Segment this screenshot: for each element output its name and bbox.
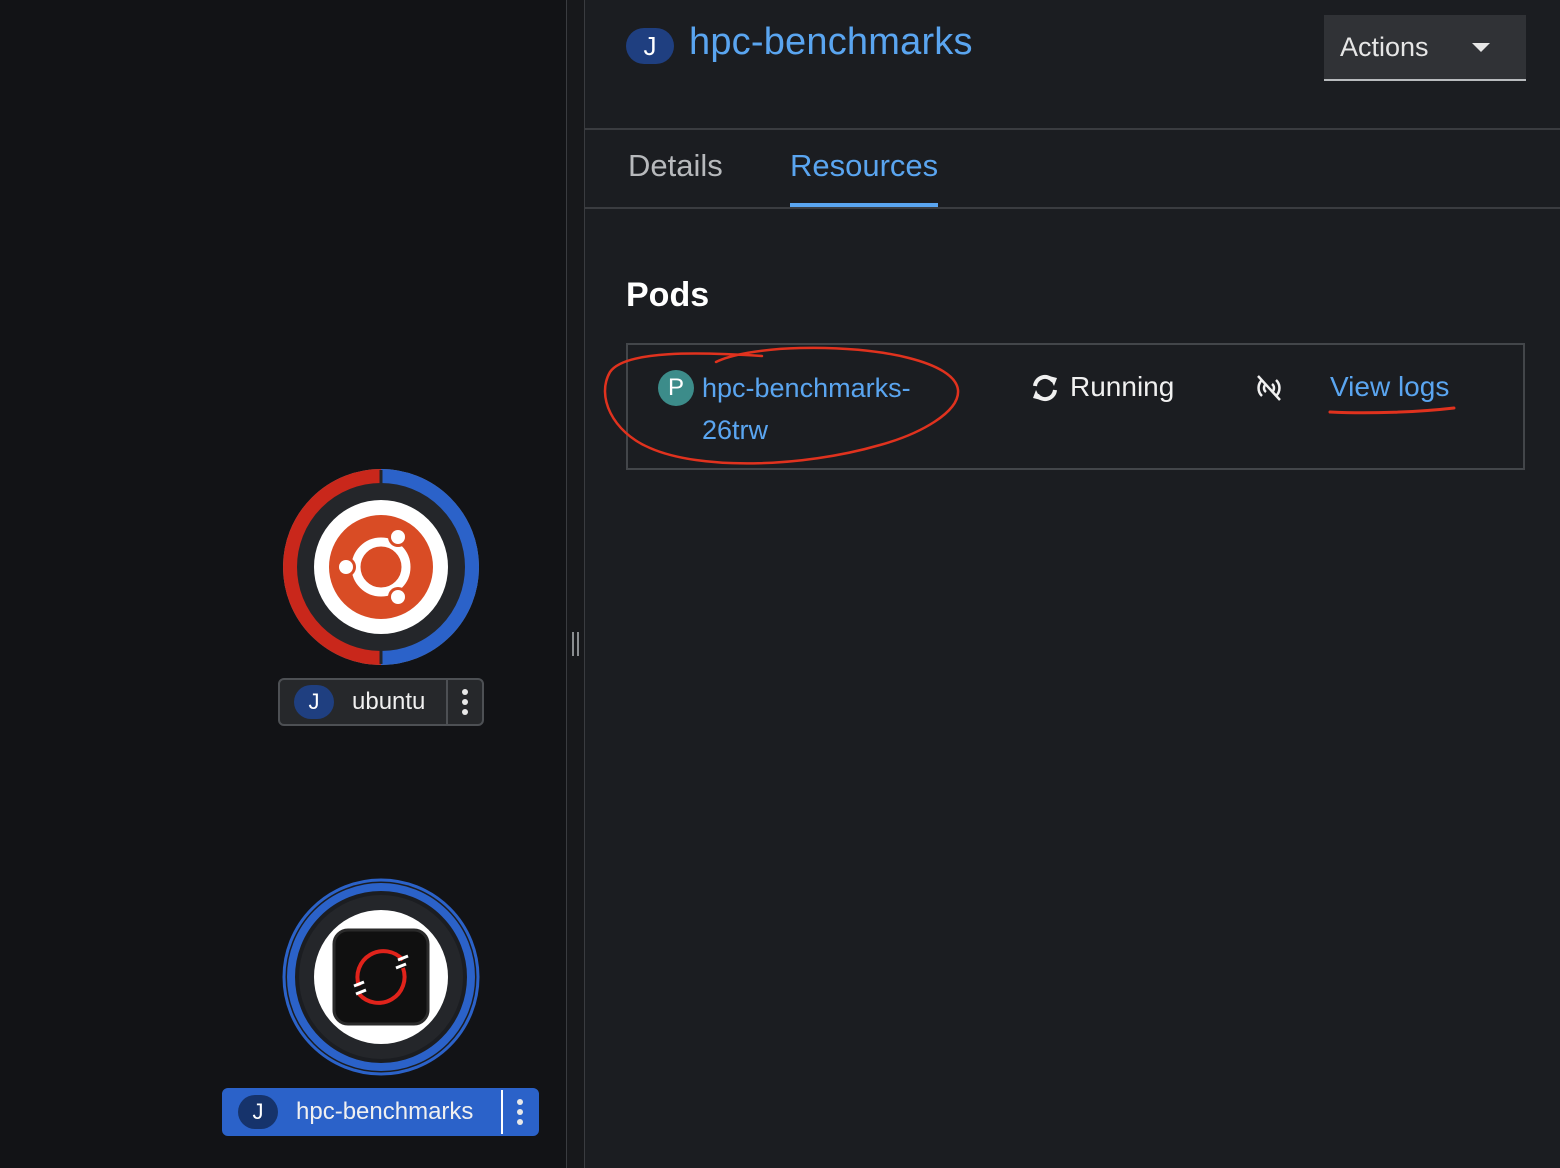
tab-resources[interactable]: Resources: [790, 148, 939, 207]
hpc-benchmarks-node-label[interactable]: J hpc-benchmarks: [222, 1088, 539, 1136]
kebab-menu-icon[interactable]: [501, 1090, 537, 1134]
view-logs-link[interactable]: View logs: [1330, 371, 1449, 403]
tab-details[interactable]: Details: [628, 148, 723, 207]
panel-header: J hpc-benchmarks Actions: [585, 0, 1560, 130]
pod-badge: P: [658, 370, 694, 406]
unlinked-icon: [1257, 375, 1281, 401]
kebab-menu-icon[interactable]: [446, 680, 482, 724]
sync-icon: [1033, 374, 1057, 402]
node-name: ubuntu: [352, 688, 426, 715]
page-title[interactable]: hpc-benchmarks: [689, 21, 973, 64]
side-panel: J hpc-benchmarks Actions Details Resourc…: [585, 0, 1560, 1168]
pod-list-item: P hpc-benchmarks-26trw Running View logs: [626, 343, 1525, 470]
ubuntu-node-label[interactable]: J ubuntu: [278, 678, 484, 726]
actions-label: Actions: [1340, 31, 1429, 62]
hpc-benchmarks-node[interactable]: [282, 878, 480, 1076]
drag-grip-icon[interactable]: [571, 632, 580, 656]
openshift-logo-icon: [332, 928, 430, 1026]
ubuntu-node[interactable]: [282, 468, 480, 666]
topology-canvas[interactable]: J ubuntu J hpc-benchmarks: [0, 0, 566, 1168]
actions-dropdown[interactable]: Actions: [1324, 15, 1526, 81]
pod-name-link[interactable]: hpc-benchmarks-26trw: [702, 367, 942, 451]
panel-resize-handle[interactable]: [566, 0, 585, 1168]
caret-down-icon: [1472, 42, 1490, 52]
pod-status: Running: [1070, 371, 1175, 402]
pods-section-title: Pods: [626, 276, 710, 314]
job-badge: J: [626, 28, 674, 64]
node-name: hpc-benchmarks: [296, 1098, 474, 1125]
ubuntu-logo-icon: [329, 515, 433, 619]
tab-bar: Details Resources: [585, 130, 1560, 209]
job-badge: J: [238, 1095, 278, 1129]
job-badge: J: [294, 685, 334, 719]
